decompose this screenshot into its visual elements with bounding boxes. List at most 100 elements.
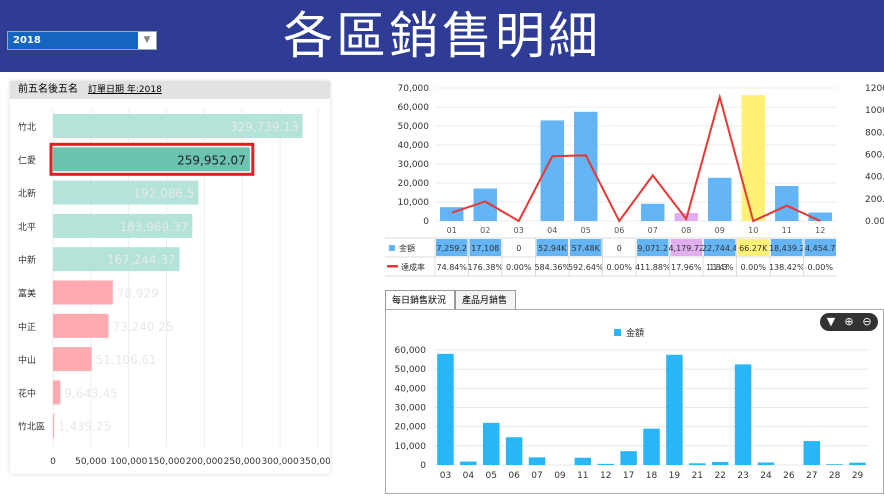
legend-label: 金額 — [399, 243, 415, 253]
category-label: 北新 — [18, 188, 36, 200]
bar — [460, 461, 477, 465]
table-rate-cell: 411.88% — [635, 263, 671, 272]
tab-product-monthly[interactable]: 產品月銷售 — [455, 290, 516, 310]
y2-tick-label: 1000.00% — [865, 106, 884, 116]
data-label: 9,643.45 — [64, 386, 117, 400]
chevron-down-icon[interactable]: ▼ — [138, 32, 156, 49]
monthly-combo-chart: 0 10,000 20,000 30,000 40,000 50,000 60,000 70,… — [385, 84, 884, 277]
table-amount-cell: 22,744.4 — [702, 244, 738, 253]
bar — [53, 413, 55, 438]
x-tick-label: 11 — [782, 226, 792, 235]
bar — [803, 441, 821, 465]
x-tick-label: 07 — [531, 471, 542, 481]
bar — [734, 364, 752, 465]
x-tick-label: 03 — [440, 471, 451, 481]
table-rate-cell: 584.36% — [534, 263, 570, 272]
x-tick-label: 07 — [648, 226, 658, 235]
bar — [620, 451, 637, 465]
bar — [757, 462, 775, 465]
legend-swatch — [614, 329, 621, 336]
bar — [597, 463, 614, 465]
x-tick-label: 28 — [829, 471, 841, 481]
bar — [53, 347, 92, 372]
x-tick-label: 23 — [737, 471, 748, 481]
bar — [53, 280, 113, 305]
y-tick-label: 60,000 — [398, 103, 430, 113]
category-label: 竹北 — [18, 121, 36, 133]
table-amount-cell: 7,259.2 — [436, 244, 467, 253]
table-rate-cell: 592.64% — [568, 263, 604, 272]
x-tick-label: 05 — [581, 226, 591, 235]
y-tick-label: 10,000 — [398, 198, 430, 208]
legend-swatch — [387, 265, 398, 268]
daily-bar-chart: 0 10,000 20,000 30,000 40,000 50,000 60,000 金額 0… — [395, 327, 869, 481]
year-dropdown[interactable]: 2018 ▼ — [7, 31, 157, 50]
x-tick-label: 09 — [554, 471, 566, 481]
header-bar: 各區銷售明細 2018 ▼ — [0, 0, 884, 72]
x-tick-label: 24 — [760, 471, 772, 481]
top-bottom-five-panel: 前五名後五名 訂單日期 年:2018 0 50,000 100,000 150,000… — [10, 81, 330, 474]
table-rate-cell: 0.00% — [607, 263, 633, 272]
table-amount-cell: 4,179.72 — [668, 244, 704, 253]
table-amount-cell: 18,439.2 — [769, 244, 805, 253]
data-label: 51,106.61 — [96, 353, 157, 367]
legend-label: 達成率 — [401, 262, 425, 272]
x-tick-label: 19 — [669, 471, 681, 481]
category-label: 中山 — [18, 354, 36, 366]
bar — [528, 457, 546, 465]
bar — [666, 354, 683, 465]
y-tick-label: 20,000 — [395, 423, 427, 433]
x-tick-label: 17 — [623, 471, 634, 481]
data-label: 78,929 — [117, 287, 159, 301]
y-tick-label: 20,000 — [398, 179, 430, 189]
zoom-in-icon[interactable]: ⊕ — [841, 313, 857, 331]
bar — [711, 461, 729, 465]
bar — [482, 422, 500, 465]
panel-header: 前五名後五名 訂單日期 年:2018 — [10, 81, 330, 99]
table-rate-cell: 1118.43% — [706, 263, 734, 272]
table-rate-cell: 74.84% — [436, 263, 467, 272]
bar — [53, 313, 109, 338]
filter-icon[interactable]: ▼ — [823, 313, 839, 331]
bar — [849, 462, 866, 465]
category-label: 竹北區 — [18, 421, 45, 433]
year-dropdown-value: 2018 — [8, 32, 138, 49]
x-tick-label: 10 — [748, 226, 758, 235]
x-tick-label: 22 — [714, 471, 725, 481]
y-tick-label: 50,000 — [398, 122, 430, 132]
data-label: 192,086.5 — [133, 187, 194, 201]
table-amount-cell: 17,108 — [471, 244, 499, 253]
data-label: 73,240.25 — [112, 320, 173, 334]
category-label: 北平 — [18, 222, 36, 233]
x-tick-label: 150,000 — [148, 457, 185, 467]
x-tick-label: 26 — [783, 471, 795, 481]
y-tick-label: 30,000 — [398, 160, 430, 170]
x-tick-label: 12 — [815, 226, 825, 235]
category-label: 中新 — [18, 254, 36, 266]
bar — [641, 203, 665, 221]
y-tick-label: 50,000 — [395, 365, 427, 375]
chart-toolbar: ▼ ⊕ ⊖ — [820, 313, 878, 331]
tab-daily-sales[interactable]: 每日銷售狀況 — [385, 290, 455, 310]
x-tick-label: 100,000 — [110, 457, 147, 467]
bar — [437, 353, 454, 465]
y-tick-label: 40,000 — [395, 384, 427, 394]
horizontal-bar-chart: 0 50,000 100,000 150,000 200,000 250,000 300,0… — [18, 109, 330, 467]
y2-tick-label: 400.00% — [865, 173, 884, 183]
table-amount-cell: 0 — [516, 244, 521, 253]
zoom-out-icon[interactable]: ⊖ — [859, 313, 875, 331]
table-rate-cell: 0.00% — [808, 263, 834, 272]
x-tick-label: 350,000 — [299, 457, 330, 467]
y-tick-label: 60,000 — [395, 346, 427, 356]
y2-tick-label: 600.00% — [865, 151, 884, 161]
bar — [53, 380, 61, 405]
y-tick-label: 0 — [423, 217, 429, 227]
y-tick-label: 0 — [420, 461, 426, 471]
panel-title: 前五名後五名 — [18, 84, 78, 95]
table-amount-cell: 0 — [617, 244, 622, 253]
category-label: 仁愛 — [18, 154, 36, 166]
x-tick-label: 0 — [50, 457, 56, 467]
x-tick-label: 04 — [547, 226, 557, 235]
category-label: 中正 — [18, 321, 36, 333]
filter-caption[interactable]: 訂單日期 年:2018 — [88, 81, 162, 99]
